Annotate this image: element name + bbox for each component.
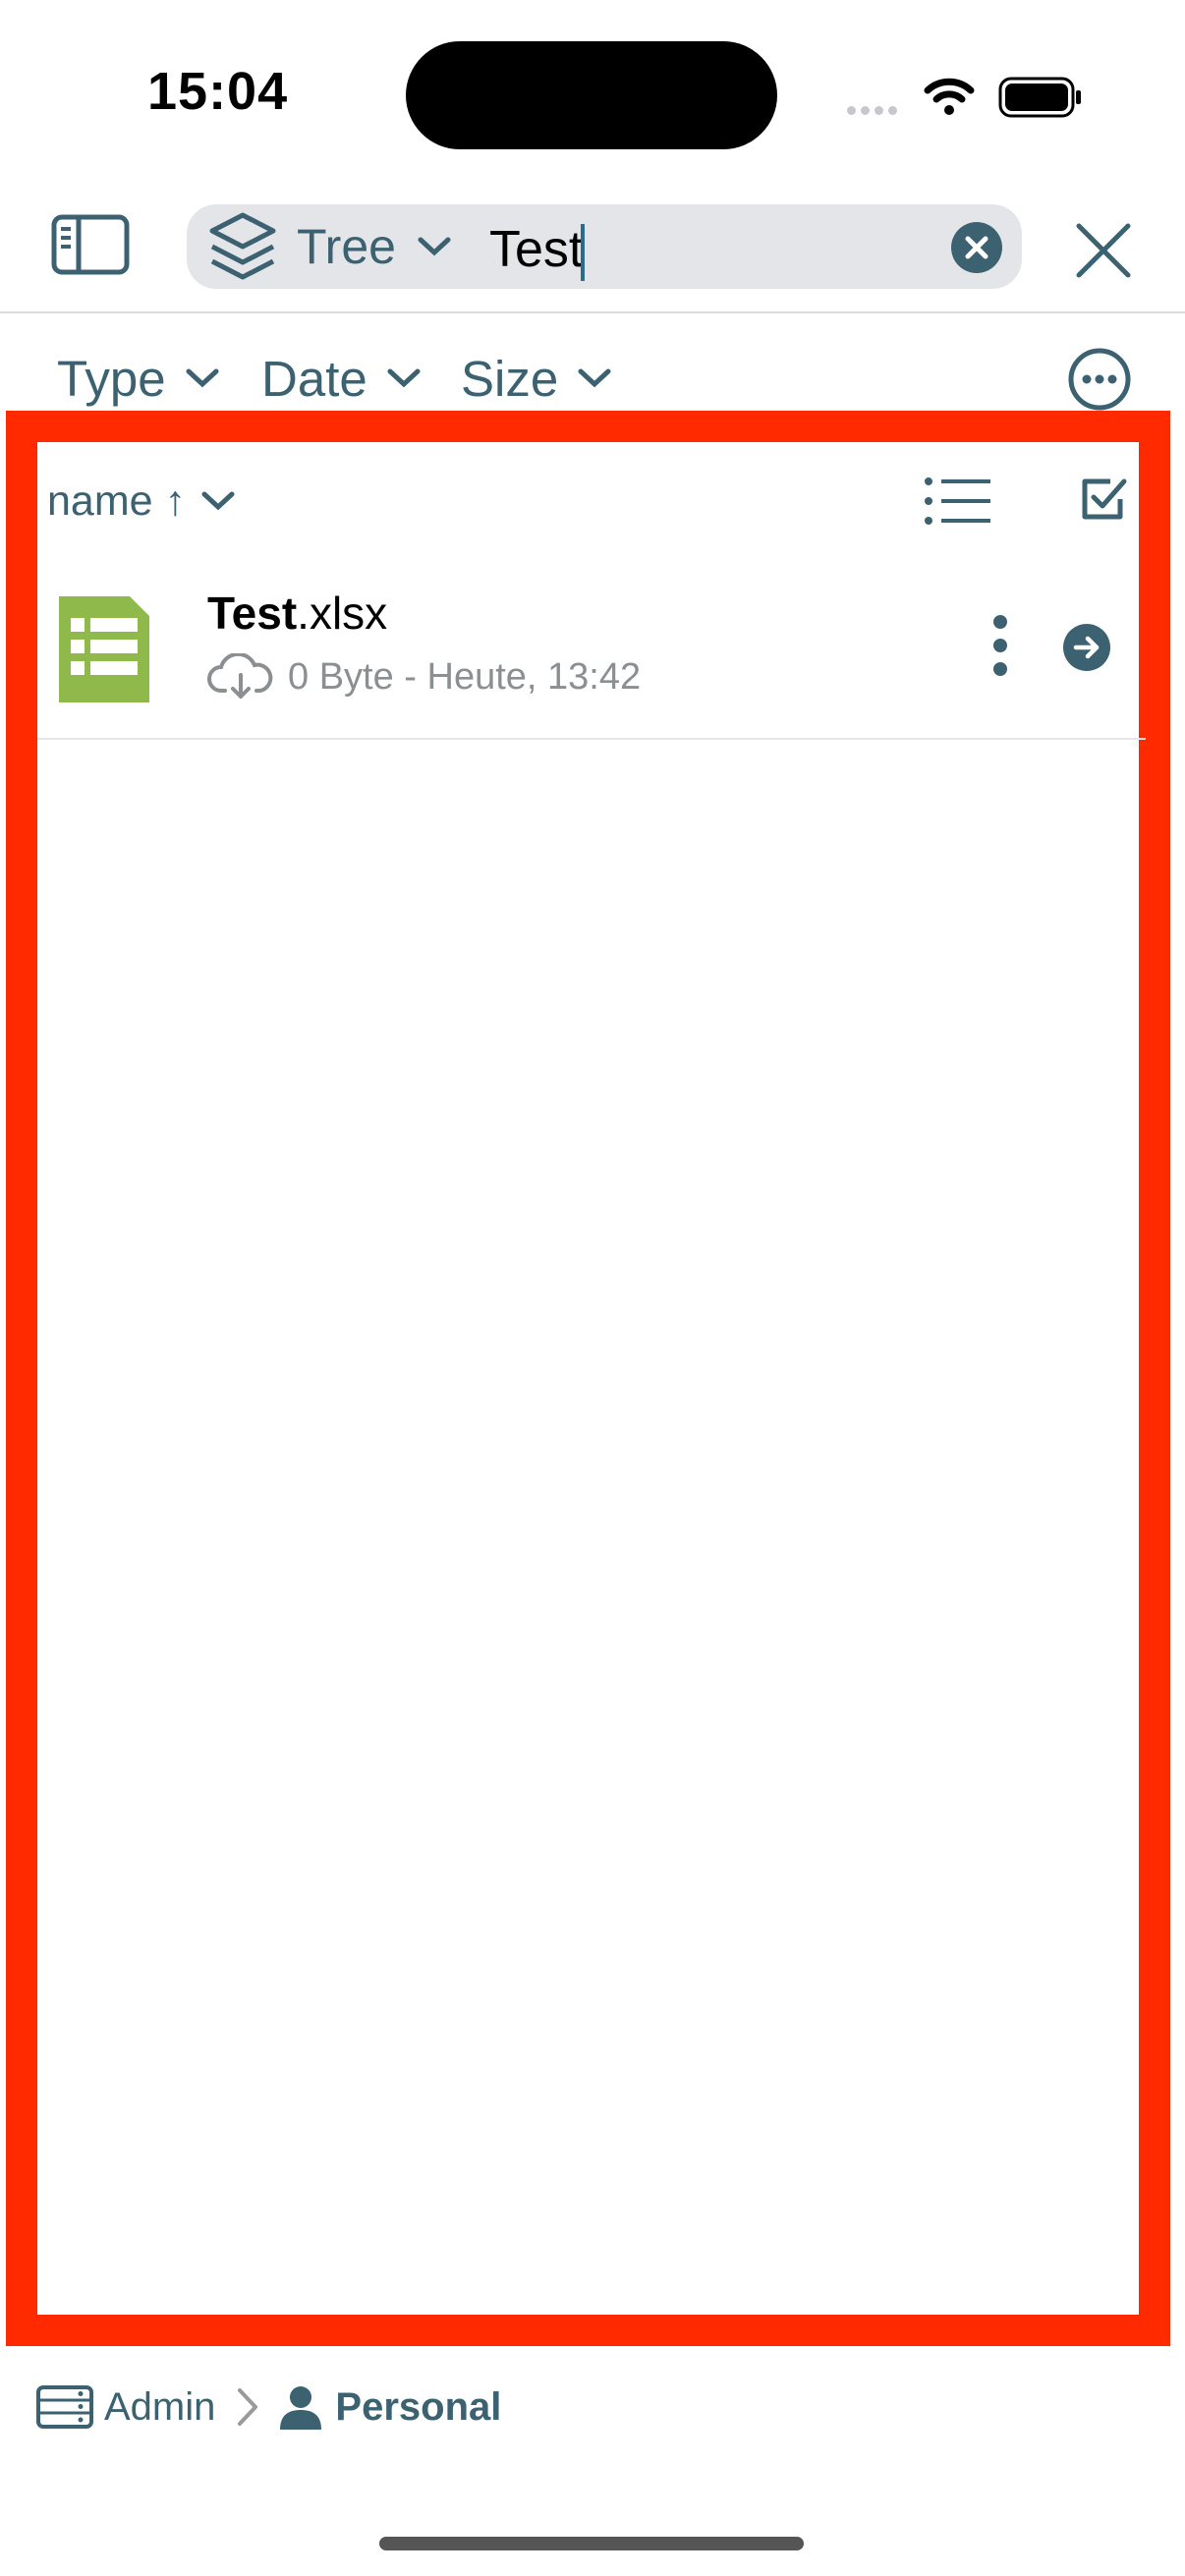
chevron-right-icon bbox=[238, 2388, 258, 2426]
file-extension: .xlsx bbox=[297, 588, 388, 639]
search-field[interactable]: Tree Test bbox=[187, 204, 1022, 289]
file-name: Test.xlsx bbox=[207, 587, 387, 640]
battery-icon bbox=[998, 77, 1081, 118]
file-size-date: 0 Byte - Heute, 13:42 bbox=[288, 655, 642, 698]
server-icon bbox=[36, 2385, 93, 2429]
chevron-down-icon bbox=[186, 368, 219, 388]
filter-size-label: Size bbox=[461, 350, 559, 407]
search-input-value: Test bbox=[489, 221, 584, 278]
chevron-down-icon bbox=[387, 368, 421, 388]
open-item-button[interactable] bbox=[1063, 624, 1110, 671]
chevron-down-icon bbox=[578, 368, 611, 388]
breadcrumb: Admin Personal bbox=[35, 2378, 501, 2436]
cloud-download-icon bbox=[207, 653, 273, 699]
breadcrumb-label-admin: Admin bbox=[104, 2384, 216, 2429]
spreadsheet-icon bbox=[59, 596, 149, 702]
chevron-down-icon bbox=[201, 491, 235, 511]
home-indicator bbox=[379, 2537, 804, 2550]
filter-date-label: Date bbox=[261, 350, 367, 407]
clear-search-button[interactable] bbox=[951, 222, 1002, 273]
search-scope-selector[interactable]: Tree bbox=[208, 212, 451, 280]
list-item[interactable]: Test.xlsx 0 Byte - Heute, 13:42 bbox=[37, 565, 1146, 740]
arrow-right-icon bbox=[1073, 636, 1100, 659]
filter-date[interactable]: Date bbox=[261, 349, 421, 408]
sort-label: name ↑ bbox=[47, 476, 187, 525]
filter-type-label: Type bbox=[57, 350, 166, 407]
breadcrumb-item-admin[interactable]: Admin bbox=[35, 2384, 215, 2430]
breadcrumb-label-personal: Personal bbox=[335, 2384, 502, 2429]
nav-divider bbox=[0, 311, 1185, 313]
chevron-down-icon bbox=[418, 237, 451, 256]
file-meta: 0 Byte - Heute, 13:42 bbox=[207, 653, 641, 700]
filter-size[interactable]: Size bbox=[461, 349, 611, 408]
person-icon bbox=[280, 2386, 322, 2430]
file-name-base: Test bbox=[207, 588, 298, 639]
cellular-signal-icon bbox=[847, 102, 902, 120]
dynamic-island bbox=[406, 41, 777, 149]
clear-icon bbox=[965, 236, 988, 259]
close-icon[interactable] bbox=[1071, 218, 1136, 283]
item-more-icon[interactable] bbox=[971, 614, 1030, 677]
filter-type[interactable]: Type bbox=[57, 349, 219, 408]
select-checkbox-icon[interactable] bbox=[1081, 476, 1128, 523]
more-options-icon[interactable] bbox=[1067, 347, 1132, 412]
text-cursor bbox=[581, 224, 586, 282]
sidebar-toggle-icon[interactable] bbox=[51, 214, 130, 275]
status-time: 15:04 bbox=[147, 62, 289, 121]
search-scope-label: Tree bbox=[297, 219, 396, 274]
sort-selector[interactable]: name ↑ bbox=[47, 474, 235, 529]
list-view-icon[interactable] bbox=[924, 476, 992, 527]
search-input[interactable]: Test bbox=[489, 220, 586, 282]
breadcrumb-item-personal[interactable]: Personal bbox=[278, 2384, 501, 2430]
wifi-icon bbox=[924, 78, 975, 115]
layers-icon bbox=[209, 212, 276, 280]
